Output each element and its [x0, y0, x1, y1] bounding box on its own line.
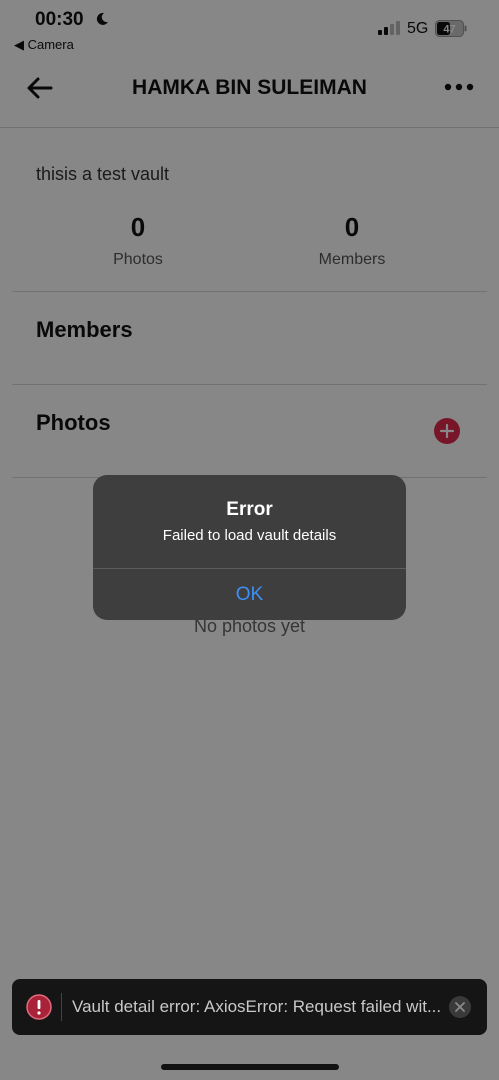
toast-divider [61, 993, 62, 1021]
toast-message: Vault detail error: AxiosError: Request … [72, 997, 442, 1016]
alert-title: Error [226, 499, 273, 520]
close-icon[interactable] [448, 995, 472, 1019]
alert-message: Failed to load vault details [162, 527, 337, 544]
alert-ok-button[interactable]: OK [93, 569, 406, 620]
home-indicator[interactable] [161, 1064, 339, 1070]
error-toast[interactable]: Vault detail error: AxiosError: Request … [12, 979, 487, 1035]
error-alert-dialog: Error Failed to load vault details OK [93, 475, 406, 620]
error-icon [26, 994, 52, 1020]
